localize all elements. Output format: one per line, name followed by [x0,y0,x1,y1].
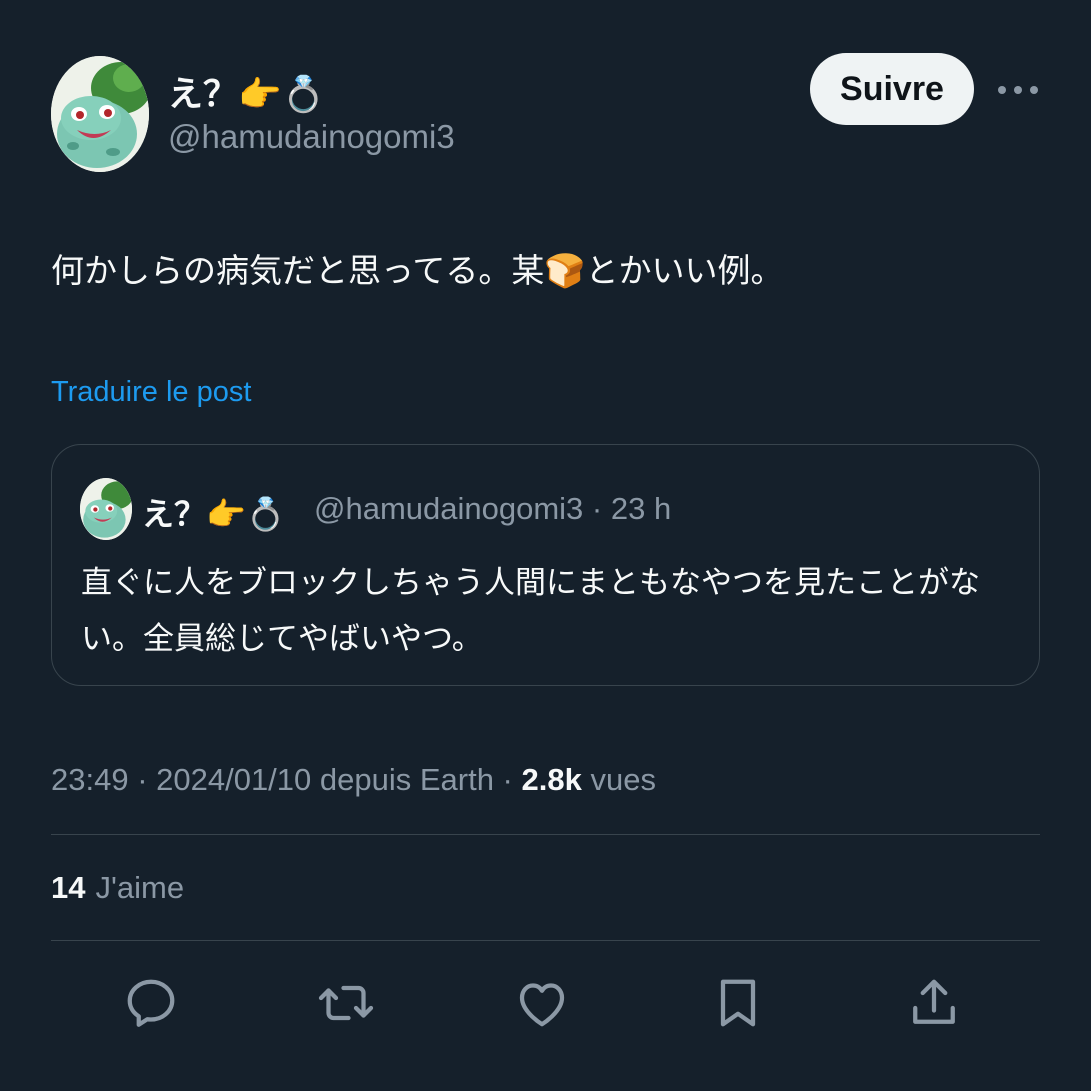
repost-button[interactable] [316,973,376,1033]
quoted-post-text: 直ぐに人をブロックしちゃう人間にまともなやつを見たことがない。全員総じてやばいや… [81,565,980,657]
likes-summary[interactable]: 14 J'aime [51,870,184,906]
like-icon [519,983,565,1027]
bookmark-icon [720,979,756,1027]
divider [51,834,1040,835]
reply-icon [127,979,175,1027]
quoted-author-avatar [80,478,132,540]
divider [51,940,1040,941]
author-handle[interactable]: @hamudainogomi3 [168,118,455,156]
share-icon [913,979,955,1024]
likes-label: J'aime [95,870,185,905]
post-text: 何かしらの病気だと思ってる。某🍞とかいい例。 [51,251,784,290]
quoted-post[interactable]: え？👉💍 @hamudainogomi3 · 23 h 直ぐに人をブロックしちゃ… [51,444,1040,686]
more-horizontal-icon[interactable] [998,80,1038,100]
author-display-name[interactable]: え？👉💍 [168,66,325,117]
translate-post-link[interactable]: Traduire le post [51,376,251,409]
follow-button[interactable]: Suivre [810,53,974,125]
likes-count: 14 [51,870,86,905]
repost-icon [318,985,374,1021]
tweet-page: え？👉💍 @hamudainogomi3 Suivre 何かしらの病気だと思って… [0,0,1091,1091]
reply-button[interactable] [121,973,181,1033]
post-timestamp[interactable]: 23:49 · 2024/01/10 depuis Earth · [51,762,522,797]
bookmark-button[interactable] [708,973,768,1033]
quoted-handle-time: @hamudainogomi3 · 23 h [314,491,672,526]
bulbasaur-avatar-icon [51,56,149,172]
author-avatar[interactable] [51,56,149,172]
post-meta: 23:49 · 2024/01/10 depuis Earth · 2.8k v… [51,762,656,798]
views-count: 2.8k [521,762,582,797]
share-button[interactable] [904,973,964,1033]
views-label: vues [581,762,656,797]
like-button[interactable] [512,973,572,1033]
bulbasaur-avatar-icon [80,478,132,540]
quoted-author-name: え？👉💍 [142,495,286,533]
